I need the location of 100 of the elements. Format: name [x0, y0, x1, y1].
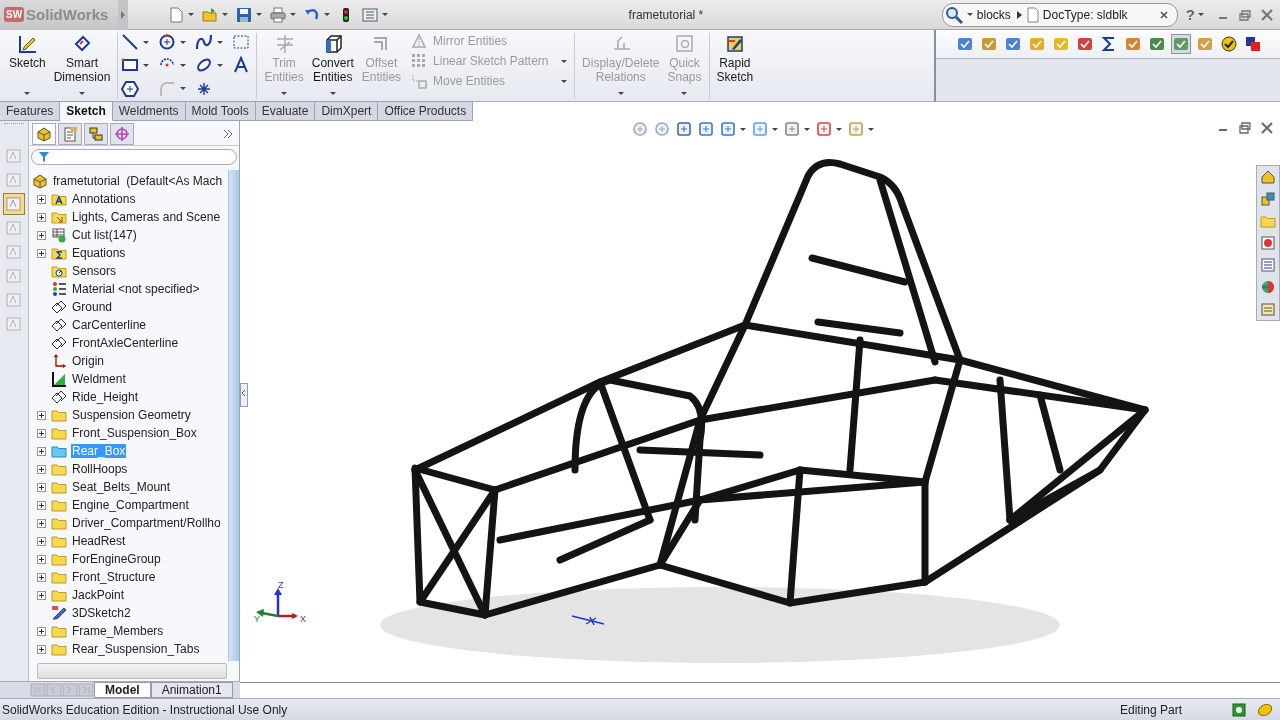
close-icon[interactable]	[1260, 121, 1274, 135]
rebuild-icon[interactable]	[1256, 701, 1274, 718]
expand-icon[interactable]	[37, 536, 46, 546]
circle-icon[interactable]	[158, 33, 177, 51]
polygon-icon[interactable]	[121, 79, 140, 98]
caret-icon[interactable]	[1198, 13, 1204, 16]
caret-icon[interactable]	[143, 40, 150, 44]
scrollbar[interactable]	[228, 170, 239, 661]
search-icon[interactable]	[944, 5, 963, 24]
tree-item[interactable]: Sensors	[71, 264, 118, 278]
tree-item[interactable]: frametutorial (Default<As Mach	[52, 174, 224, 188]
caret-icon[interactable]	[740, 127, 746, 131]
tab[interactable]: Features	[0, 101, 61, 121]
expand-icon[interactable]	[37, 554, 46, 564]
parts-icon[interactable]	[1259, 190, 1277, 208]
construction-icon[interactable]	[232, 33, 251, 51]
expand-icon[interactable]	[37, 248, 46, 258]
list-icon[interactable]	[1259, 256, 1277, 274]
tree-item[interactable]: Equations	[71, 246, 127, 260]
tree-item[interactable]: Weldment	[71, 372, 127, 386]
tab[interactable]: Animation1	[150, 682, 233, 698]
checkbox-icon[interactable]	[1052, 35, 1070, 53]
expand-icon[interactable]	[37, 482, 46, 492]
squares-icon[interactable]	[1244, 35, 1262, 53]
search-scope[interactable]: blocks	[976, 7, 1011, 22]
tree-item[interactable]: Rear_Suspension_Tabs	[71, 642, 201, 656]
ribbon-button[interactable]: Rapid Sketch	[712, 33, 758, 97]
scrollbar[interactable]	[37, 663, 227, 679]
tree-item[interactable]: Frame_Members	[71, 624, 165, 638]
expand-icon[interactable]	[37, 410, 46, 420]
tree-item[interactable]: Suspension Geometry	[71, 408, 192, 422]
tab[interactable]: Office Products	[378, 101, 474, 121]
tree-item[interactable]: Front_Suspension_Box	[71, 426, 198, 440]
caret-icon[interactable]	[188, 13, 194, 16]
tab[interactable]: Model	[94, 682, 151, 698]
expand-icon[interactable]	[37, 230, 46, 240]
tree-item[interactable]: Engine_Compartment	[71, 498, 190, 512]
caret-icon[interactable]	[329, 92, 336, 95]
crosshair-icon[interactable]	[110, 123, 134, 145]
caret-icon[interactable]	[143, 63, 150, 67]
restore-icon[interactable]	[1238, 7, 1252, 22]
caret-icon[interactable]	[180, 87, 187, 91]
help-icon[interactable]	[1232, 702, 1246, 717]
caret-icon[interactable]	[180, 40, 187, 44]
tree-item[interactable]: Cut list(147)	[71, 228, 138, 242]
ribbon-button[interactable]: Smart Dimension	[49, 33, 115, 97]
tree-item[interactable]: Lights, Cameras and Scene	[71, 210, 222, 224]
help-button[interactable]: ?	[1185, 6, 1195, 23]
expand-icon[interactable]	[37, 212, 46, 222]
caret-icon[interactable]	[868, 127, 874, 131]
tree-item[interactable]: CarCenterline	[71, 318, 148, 332]
tree-item[interactable]: Ground	[71, 300, 114, 314]
caret-icon[interactable]	[324, 13, 330, 16]
filter-icon[interactable]	[38, 151, 50, 163]
caret-icon[interactable]	[180, 63, 187, 67]
caret-icon[interactable]	[966, 13, 973, 16]
chevron-icon[interactable]	[223, 129, 233, 139]
configuration-icon[interactable]	[84, 123, 108, 145]
tab[interactable]: Sketch	[60, 101, 113, 121]
caret-icon[interactable]	[24, 92, 31, 95]
line-icon[interactable]	[121, 33, 140, 51]
print-icon[interactable]	[270, 6, 286, 23]
spline-icon[interactable]	[195, 33, 214, 51]
expand-icon[interactable]	[37, 590, 46, 600]
tree-item[interactable]: Ride_Height	[71, 390, 140, 404]
tree-item[interactable]: JackPoint	[71, 588, 126, 602]
expand-icon[interactable]	[37, 626, 46, 636]
home-icon[interactable]	[1259, 168, 1277, 186]
expand-icon[interactable]	[37, 518, 46, 528]
tree-item[interactable]: Origin	[71, 354, 105, 368]
expand-icon[interactable]	[37, 572, 46, 582]
caret-icon[interactable]	[222, 13, 228, 16]
close-icon[interactable]	[1158, 9, 1169, 20]
check-icon[interactable]	[1220, 35, 1238, 53]
save-icon[interactable]	[236, 6, 252, 23]
expand-icon[interactable]	[37, 446, 46, 456]
ribbon-button[interactable]: Sketch	[5, 33, 50, 97]
part-icon[interactable]	[32, 123, 56, 145]
ribbon-button[interactable]: Convert Entities	[307, 33, 358, 97]
expand-icon[interactable]	[37, 644, 46, 654]
caret-icon[interactable]	[217, 63, 224, 67]
caret-icon[interactable]	[382, 13, 388, 16]
caret-icon[interactable]	[290, 13, 296, 16]
tree-item[interactable]: Driver_Compartment/Rollho	[71, 516, 222, 530]
tree-item[interactable]: Front_Structure	[71, 570, 157, 584]
expand-icon[interactable]	[37, 464, 46, 474]
globe-icon[interactable]	[1259, 278, 1277, 296]
expand-icon[interactable]	[37, 194, 46, 204]
tab[interactable]: Weldments	[112, 101, 186, 121]
text-tool-icon[interactable]	[232, 56, 251, 75]
caret-icon[interactable]	[256, 13, 262, 16]
tree-item[interactable]: Seat_Belts_Mount	[71, 480, 172, 494]
caret-icon[interactable]	[79, 92, 86, 95]
tree-item[interactable]: HeadRest	[71, 534, 127, 548]
tab[interactable]: Mold Tools	[185, 101, 256, 121]
splitter-handle-icon[interactable]	[240, 383, 248, 407]
expand-icon[interactable]	[37, 428, 46, 438]
caret-icon[interactable]	[836, 127, 842, 131]
tree-item[interactable]: Material <not specified>	[71, 282, 201, 296]
tree-item[interactable]: ForEngineGroup	[71, 552, 162, 566]
